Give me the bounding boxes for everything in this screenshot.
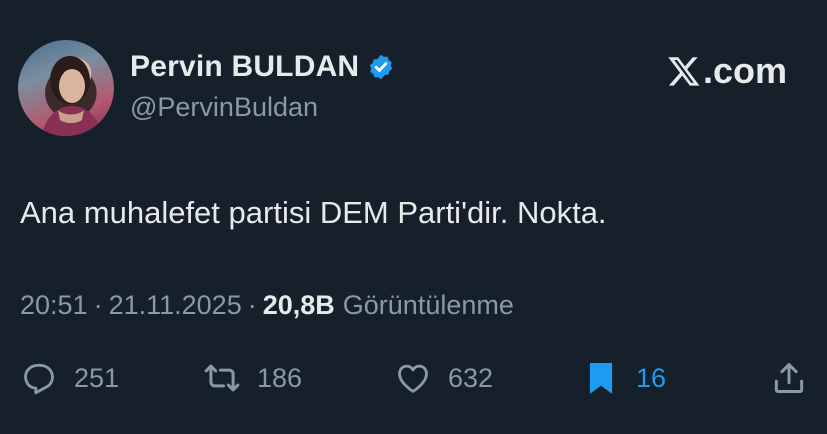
action-bar: 251 186 632 16 <box>0 355 827 401</box>
reply-button[interactable]: 251 <box>20 355 119 401</box>
meta-separator: · <box>93 290 103 320</box>
share-button[interactable] <box>770 355 808 401</box>
bookmark-count: 16 <box>636 362 667 393</box>
bookmark-icon <box>589 362 613 394</box>
reply-count: 251 <box>74 362 120 393</box>
reply-icon <box>24 363 54 395</box>
views-count[interactable]: 20,8B <box>263 290 335 321</box>
bookmark-button[interactable]: 16 <box>582 355 666 401</box>
retweet-icon <box>204 364 240 392</box>
verified-badge-icon <box>370 54 393 80</box>
tweet-meta: 20:51 · 21.11.2025 · 20,8B Görüntülenme <box>20 290 514 321</box>
profile-photo-icon <box>42 56 102 136</box>
display-name[interactable]: Pervin BULDAN <box>130 50 359 84</box>
brand-domain: .com <box>702 50 787 91</box>
heart-icon <box>398 364 428 393</box>
like-count: 632 <box>448 362 494 393</box>
brand-logo: .com <box>667 50 787 92</box>
retweet-count: 186 <box>257 362 303 393</box>
retweet-button[interactable]: 186 <box>203 355 302 401</box>
avatar[interactable] <box>18 40 114 136</box>
handle[interactable]: @PervinBuldan <box>130 92 318 123</box>
tweet-text: Ana muhalefet partisi DEM Parti'dir. Nok… <box>20 195 607 230</box>
tweet-time[interactable]: 20:51 <box>20 290 88 321</box>
tweet-date[interactable]: 21.11.2025 <box>109 290 242 321</box>
meta-separator: · <box>247 290 257 320</box>
x-logo-icon <box>668 57 700 86</box>
share-icon <box>774 363 804 393</box>
like-button[interactable]: 632 <box>394 355 493 401</box>
tweet-card: Pervin BULDAN @PervinBuldan .com Ana muh… <box>0 0 827 434</box>
name-row: Pervin BULDAN <box>130 50 395 84</box>
views-label: Görüntülenme <box>342 290 514 320</box>
